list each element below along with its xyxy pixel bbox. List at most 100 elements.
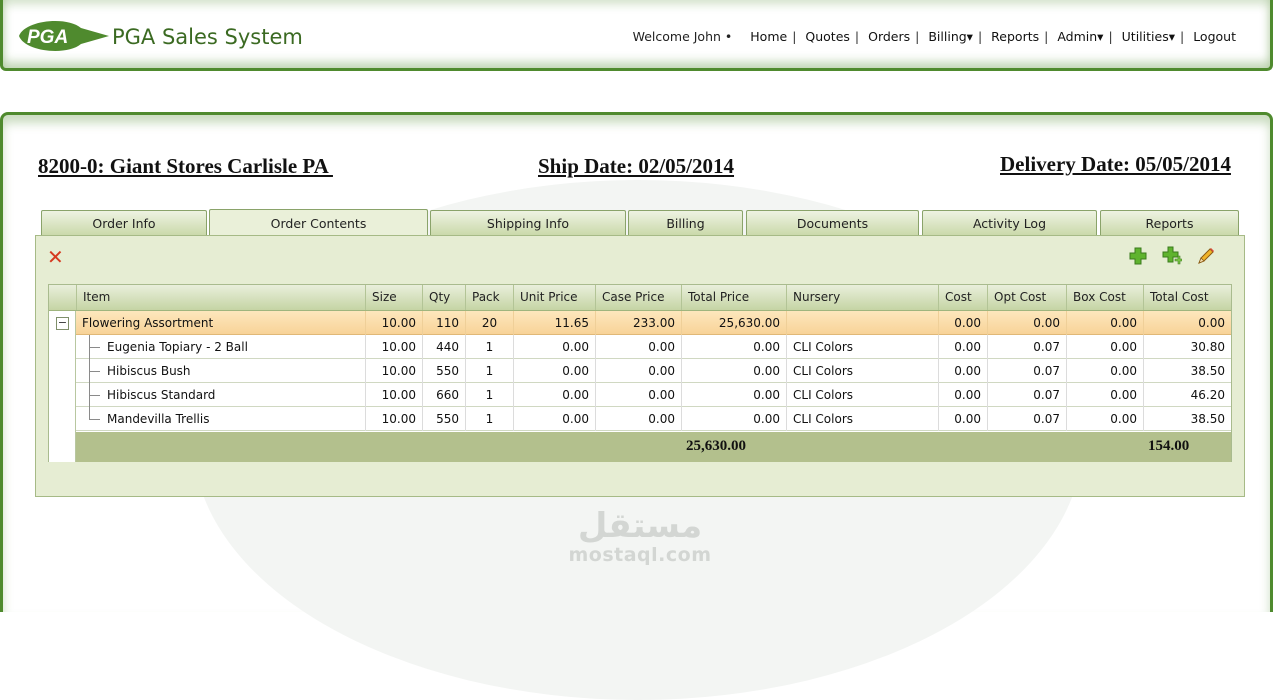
cell-cost: 0.00	[938, 311, 987, 335]
cell-box-cost: 0.00	[1066, 407, 1143, 431]
cell-pack: 1	[465, 359, 513, 383]
order-title-row: 8200-0: Giant Stores Carlisle PA Ship Da…	[0, 152, 1273, 182]
tab-activity-log[interactable]: Activity Log	[922, 210, 1097, 236]
cell-opt-cost: 0.07	[987, 407, 1066, 431]
nav-separator: |	[977, 29, 983, 44]
nav-separator: |	[1179, 29, 1185, 44]
plus-sub-icon[interactable]	[1162, 246, 1182, 266]
cell-cost: 0.00	[938, 335, 987, 359]
tree-connector	[89, 419, 100, 420]
col-opt-cost[interactable]: Opt Cost	[987, 285, 1066, 310]
app-title: PGA Sales System	[112, 25, 303, 49]
watermark: مستقل mostaql.com	[560, 508, 720, 566]
tab-shipping-info[interactable]: Shipping Info	[430, 210, 626, 236]
collapse-toggle-icon[interactable]: −	[56, 317, 69, 330]
cell-box-cost: 0.00	[1066, 335, 1143, 359]
nav-orders[interactable]: Orders	[868, 29, 910, 44]
col-size[interactable]: Size	[365, 285, 422, 310]
order-contents-grid: Item Size Qty Pack Unit Price Case Price…	[48, 284, 1232, 462]
col-pack[interactable]: Pack	[465, 285, 513, 310]
cell-item: Hibiscus Standard	[107, 388, 216, 402]
cell-total-cost: 46.20	[1143, 383, 1231, 407]
col-total-price[interactable]: Total Price	[681, 285, 786, 310]
table-row[interactable]: Hibiscus Bush 10.00 550 1 0.00 0.00 0.00…	[76, 359, 1231, 383]
cell-qty: 660	[422, 383, 465, 407]
cell-unit-price: 11.65	[513, 311, 595, 335]
app-header: PGA PGA Sales System Welcome John • Home…	[0, 0, 1273, 71]
cell-size: 10.00	[365, 407, 422, 431]
cell-total-cost: 38.50	[1143, 407, 1231, 431]
ship-date: Ship Date: 02/05/2014	[538, 154, 735, 178]
cell-unit-price: 0.00	[513, 359, 595, 383]
cell-pack: 20	[465, 311, 513, 335]
plus-icon[interactable]	[1128, 246, 1148, 266]
cell-case-price: 0.00	[595, 383, 681, 407]
table-row[interactable]: Eugenia Topiary - 2 Ball 10.00 440 1 0.0…	[76, 335, 1231, 359]
cell-case-price: 0.00	[595, 407, 681, 431]
nav-utilities-menu[interactable]: Utilities▾	[1122, 29, 1175, 44]
col-cost[interactable]: Cost	[938, 285, 987, 310]
cell-total-price: 0.00	[681, 383, 786, 407]
tree-connector	[89, 347, 100, 348]
nav-separator: |	[854, 29, 860, 44]
cell-pack: 1	[465, 335, 513, 359]
tab-order-contents[interactable]: Order Contents	[209, 209, 428, 236]
table-row[interactable]: Flowering Assortment 10.00 110 20 11.65 …	[76, 311, 1231, 335]
cell-total-price: 0.00	[681, 407, 786, 431]
nav-home[interactable]: Home	[750, 29, 787, 44]
watermark-latin: mostaql.com	[568, 544, 712, 566]
tab-order-info[interactable]: Order Info	[41, 210, 207, 236]
nav-separator: |	[792, 29, 797, 44]
x-icon[interactable]: ✕	[47, 247, 65, 267]
table-row[interactable]: Mandevilla Trellis 10.00 550 1 0.00 0.00…	[76, 407, 1231, 431]
cell-opt-cost: 0.07	[987, 383, 1066, 407]
watermark-arabic: مستقل	[577, 506, 703, 546]
cell-nursery: CLI Colors	[786, 383, 938, 407]
logo-text: PGA	[27, 27, 68, 48]
col-item[interactable]: Item	[76, 285, 365, 310]
total-price-sum: 25,630.00	[686, 438, 746, 454]
nav-logout[interactable]: Logout	[1193, 29, 1236, 44]
tab-documents[interactable]: Documents	[746, 210, 919, 236]
col-nursery[interactable]: Nursery	[786, 285, 938, 310]
col-unit-price[interactable]: Unit Price	[513, 285, 595, 310]
nav-billing-menu[interactable]: Billing▾	[928, 29, 973, 44]
tab-billing[interactable]: Billing	[628, 210, 743, 236]
tree-gutter	[49, 311, 76, 462]
cell-qty: 550	[422, 407, 465, 431]
tab-reports[interactable]: Reports	[1100, 210, 1239, 236]
cell-unit-price: 0.00	[513, 335, 595, 359]
cell-opt-cost: 0.07	[987, 335, 1066, 359]
tree-connector	[89, 395, 100, 396]
header-gutter	[49, 285, 76, 310]
cell-size: 10.00	[365, 311, 422, 335]
col-box-cost[interactable]: Box Cost	[1066, 285, 1143, 310]
cell-opt-cost: 0.07	[987, 359, 1066, 383]
cell-box-cost: 0.00	[1066, 383, 1143, 407]
table-row[interactable]: Hibiscus Standard 10.00 660 1 0.00 0.00 …	[76, 383, 1231, 407]
nav-admin-menu[interactable]: Admin▾	[1057, 29, 1103, 44]
cell-opt-cost: 0.00	[987, 311, 1066, 335]
cell-total-price: 0.00	[681, 359, 786, 383]
pencil-icon[interactable]	[1196, 246, 1216, 266]
col-total-cost[interactable]: Total Cost	[1143, 285, 1231, 310]
customer-title: 8200-0: Giant Stores Carlisle PA	[38, 154, 333, 178]
cell-item: Eugenia Topiary - 2 Ball	[107, 340, 248, 354]
cell-size: 10.00	[365, 359, 422, 383]
cell-unit-price: 0.00	[513, 407, 595, 431]
pga-logo: PGA	[19, 21, 109, 51]
col-qty[interactable]: Qty	[422, 285, 465, 310]
cell-total-cost: 38.50	[1143, 359, 1231, 383]
cell-size: 10.00	[365, 383, 422, 407]
welcome-text: Welcome John •	[632, 29, 733, 44]
cell-nursery	[786, 311, 938, 335]
nav-reports[interactable]: Reports	[991, 29, 1039, 44]
col-case-price[interactable]: Case Price	[595, 285, 681, 310]
nav-quotes[interactable]: Quotes	[805, 29, 850, 44]
cell-item: Mandevilla Trellis	[107, 412, 210, 426]
cell-case-price: 0.00	[595, 359, 681, 383]
cell-nursery: CLI Colors	[786, 407, 938, 431]
cell-box-cost: 0.00	[1066, 359, 1143, 383]
delivery-date: Delivery Date: 05/05/2014	[1000, 152, 1231, 176]
grid-totals-row: 25,630.00 154.00	[76, 432, 1231, 462]
